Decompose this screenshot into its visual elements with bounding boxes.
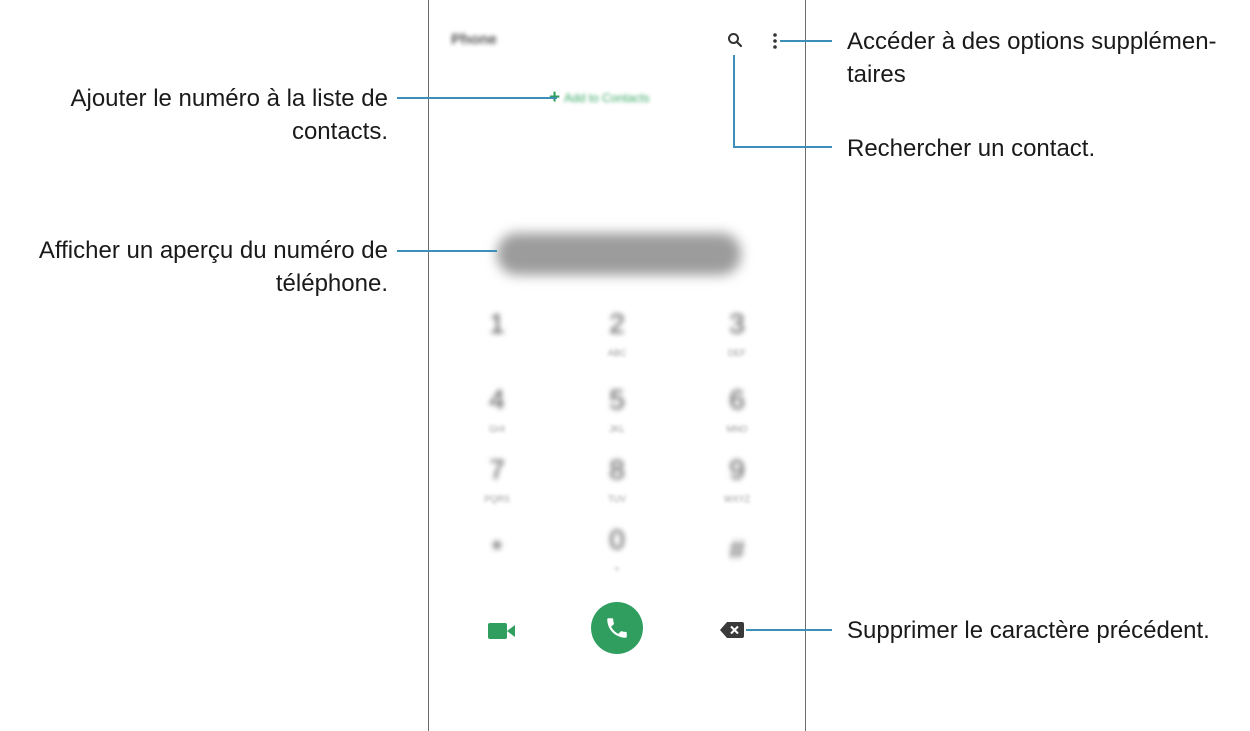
callout-line-more	[780, 40, 832, 42]
callout-line-search	[733, 146, 832, 148]
app-title: Phone	[451, 31, 497, 48]
callout-line-delete	[746, 629, 832, 631]
phone-call-icon[interactable]	[591, 602, 643, 654]
callout-preview: Afficher un aperçu du numéro de téléphon…	[38, 237, 388, 297]
key-9[interactable]: 9 WXYZ	[697, 456, 777, 505]
callout-add-contact: Ajouter le numéro à la liste de contacts…	[70, 85, 388, 145]
add-to-contacts-button[interactable]: + Add to Contacts	[549, 88, 650, 107]
callout-line-search-vertical	[733, 55, 735, 148]
key-star[interactable]: *	[457, 536, 537, 574]
key-8[interactable]: 8 TUV	[577, 456, 657, 505]
key-6[interactable]: 6 MNO	[697, 386, 777, 435]
callout-delete: Supprimer le caractère précédent.	[847, 617, 1210, 644]
key-5[interactable]: 5 JKL	[577, 386, 657, 435]
search-icon[interactable]	[725, 30, 745, 50]
key-hash[interactable]: #	[697, 536, 777, 574]
key-1[interactable]: 1	[457, 310, 537, 348]
video-call-icon[interactable]	[487, 619, 517, 643]
add-to-contacts-label: Add to Contacts	[564, 90, 650, 105]
number-preview-field	[497, 233, 741, 275]
key-7[interactable]: 7 PQRS	[457, 456, 537, 505]
key-4[interactable]: 4 GHI	[457, 386, 537, 435]
key-0[interactable]: 0 +	[577, 526, 657, 575]
key-3[interactable]: 3 DEF	[697, 310, 777, 359]
backspace-icon[interactable]	[719, 620, 745, 640]
callout-line-preview	[397, 250, 497, 252]
callout-line-add-contact	[397, 97, 557, 99]
callout-search: Rechercher un contact.	[847, 135, 1096, 162]
key-2[interactable]: 2 ABC	[577, 310, 657, 359]
phone-screen: Phone + Add to Contacts 1 2 ABC 3 DEF	[428, 0, 806, 731]
callout-more-options: Accéder à des options supplémen- taires	[847, 28, 1217, 88]
